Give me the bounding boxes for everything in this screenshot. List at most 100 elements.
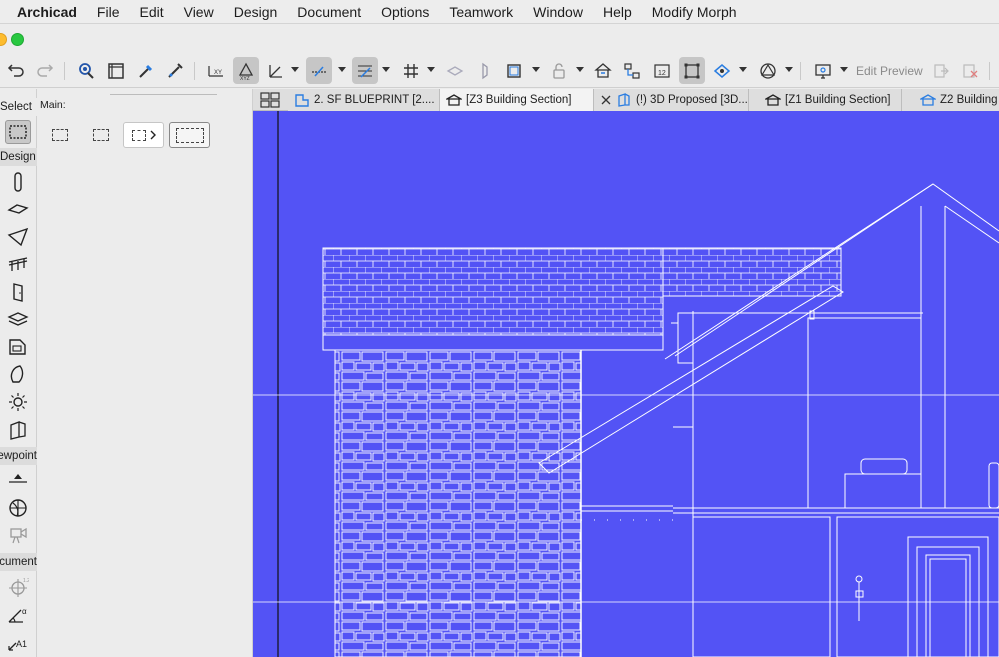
menu-app-archicad[interactable]: Archicad — [0, 0, 87, 24]
section-drawing-canvas[interactable] — [253, 111, 999, 657]
close-icon[interactable] — [600, 94, 612, 106]
railing-tool[interactable] — [5, 252, 31, 276]
object-icon — [9, 339, 26, 355]
floor-plan-dropdown[interactable] — [531, 64, 541, 76]
grid-snap-button[interactable] — [352, 57, 378, 84]
trace-button[interactable] — [471, 57, 497, 84]
tab-z2-building-section[interactable]: Z2 Building — [902, 89, 999, 111]
marquee-rotated-icon — [93, 129, 109, 141]
mesh-tool[interactable] — [5, 307, 31, 331]
building-material-button[interactable] — [590, 57, 616, 84]
info-box: Main: — [37, 89, 253, 657]
slab-icon — [7, 204, 29, 214]
menu-modify-morph[interactable]: Modify Morph — [642, 0, 747, 24]
section-tab-icon — [765, 94, 781, 106]
view-3d-dropdown[interactable] — [738, 64, 748, 76]
lamp-tool[interactable] — [5, 390, 31, 414]
slab-tool[interactable] — [5, 197, 31, 221]
geometry-method-dropdown[interactable] — [123, 122, 164, 148]
tab-z3-building-section[interactable]: [Z3 Building Section] — [440, 89, 594, 111]
redo-icon — [37, 63, 54, 77]
undo-icon — [7, 63, 24, 77]
menu-view[interactable]: View — [174, 0, 224, 24]
edit-preview-button[interactable]: Edit Preview — [856, 64, 923, 78]
preview-delete-button[interactable] — [957, 57, 983, 84]
marquee-all-stories-button[interactable] — [169, 122, 210, 148]
toolbar-separator — [989, 62, 990, 80]
toolbar-separator — [194, 62, 195, 80]
floor-plan-button[interactable] — [501, 57, 527, 84]
archicad-window: Archicad File Edit View Design Document … — [0, 0, 999, 657]
angle-dimension-icon: α — [8, 607, 27, 623]
preview-export-button[interactable] — [928, 57, 954, 84]
element-hierarchy-button[interactable] — [619, 57, 645, 84]
undo-button[interactable] — [3, 57, 29, 84]
camera-icon — [10, 527, 27, 544]
grid-snap-dropdown[interactable] — [381, 64, 391, 76]
monitor-dropdown[interactable] — [839, 64, 849, 76]
window-minimize-button[interactable] — [0, 33, 7, 46]
geometry-method-simple[interactable] — [45, 122, 75, 148]
column-tool[interactable] — [5, 170, 31, 194]
worksheet-tool[interactable] — [5, 496, 31, 520]
dimension-button[interactable]: 12 — [649, 57, 675, 84]
camera-tool[interactable] — [5, 523, 31, 547]
shape-dropdown[interactable] — [784, 64, 794, 76]
marquee-tool[interactable] — [5, 120, 31, 144]
chevron-down-icon — [840, 67, 848, 72]
toolbox-select-label: Select — [0, 98, 37, 116]
pick-up-parameters-button[interactable] — [133, 57, 159, 84]
roof-icon — [7, 227, 29, 247]
find-select-button[interactable] — [73, 57, 99, 84]
menu-document[interactable]: Document — [287, 0, 371, 24]
shape-button[interactable] — [755, 57, 781, 84]
menu-help[interactable]: Help — [593, 0, 642, 24]
menu-edit[interactable]: Edit — [129, 0, 173, 24]
shell-tool[interactable] — [5, 362, 31, 386]
roof-tool[interactable] — [5, 225, 31, 249]
section-tool[interactable] — [5, 468, 31, 492]
redo-button[interactable] — [32, 57, 58, 84]
chevron-down-icon — [291, 67, 299, 72]
window-zoom-button[interactable] — [11, 33, 24, 46]
menu-teamwork[interactable]: Teamwork — [439, 0, 523, 24]
lock-dropdown[interactable] — [575, 64, 585, 76]
tab-sf-blueprint[interactable]: 2. SF BLUEPRINT [2.... — [288, 89, 440, 111]
curtain-wall-tool[interactable] — [5, 418, 31, 442]
door-tool[interactable] — [5, 280, 31, 304]
snap-guides-button[interactable] — [306, 57, 332, 84]
tab-z1-building-section[interactable]: [Z1 Building Section] — [749, 89, 902, 111]
snap-guides-dropdown[interactable] — [337, 64, 347, 76]
geometry-method-rotated[interactable] — [86, 122, 116, 148]
text-tool[interactable]: A1 — [5, 630, 31, 654]
layer-button[interactable] — [442, 57, 468, 84]
grid-dropdown[interactable] — [426, 64, 436, 76]
lock-button[interactable] — [546, 57, 572, 84]
angle-button[interactable] — [263, 57, 289, 84]
xy-coordinates-button[interactable]: XY — [203, 57, 229, 84]
monitor-button[interactable] — [810, 57, 836, 84]
angle-dropdown[interactable] — [290, 64, 300, 76]
object-tool[interactable] — [5, 335, 31, 359]
section-tab-icon — [446, 94, 462, 106]
menu-file[interactable]: File — [87, 0, 130, 24]
xyz-coordinates-button[interactable]: XYZ — [233, 57, 259, 84]
tab-3d-proposed[interactable]: (!) 3D Proposed [3D... — [594, 89, 749, 111]
morph-edit-button[interactable] — [679, 57, 705, 84]
marquee-frame-button[interactable] — [103, 57, 129, 84]
xy-coordinates-icon: XY — [208, 65, 223, 77]
angle-dimension-tool[interactable]: α — [5, 603, 31, 627]
grid-button[interactable] — [398, 57, 424, 84]
menu-options[interactable]: Options — [371, 0, 439, 24]
svg-text:1.2: 1.2 — [23, 578, 29, 584]
menu-window[interactable]: Window — [523, 0, 593, 24]
chevron-down-icon — [532, 67, 540, 72]
chevron-right-icon — [150, 130, 156, 140]
menu-design[interactable]: Design — [224, 0, 288, 24]
view-3d-button[interactable] — [709, 57, 735, 84]
tab-overview-button[interactable] — [260, 92, 280, 108]
svg-text:A1: A1 — [16, 639, 27, 649]
marquee-options-icon — [131, 129, 146, 141]
inject-parameters-button[interactable] — [162, 57, 188, 84]
level-dimension-tool[interactable]: 1.2 — [5, 575, 31, 599]
